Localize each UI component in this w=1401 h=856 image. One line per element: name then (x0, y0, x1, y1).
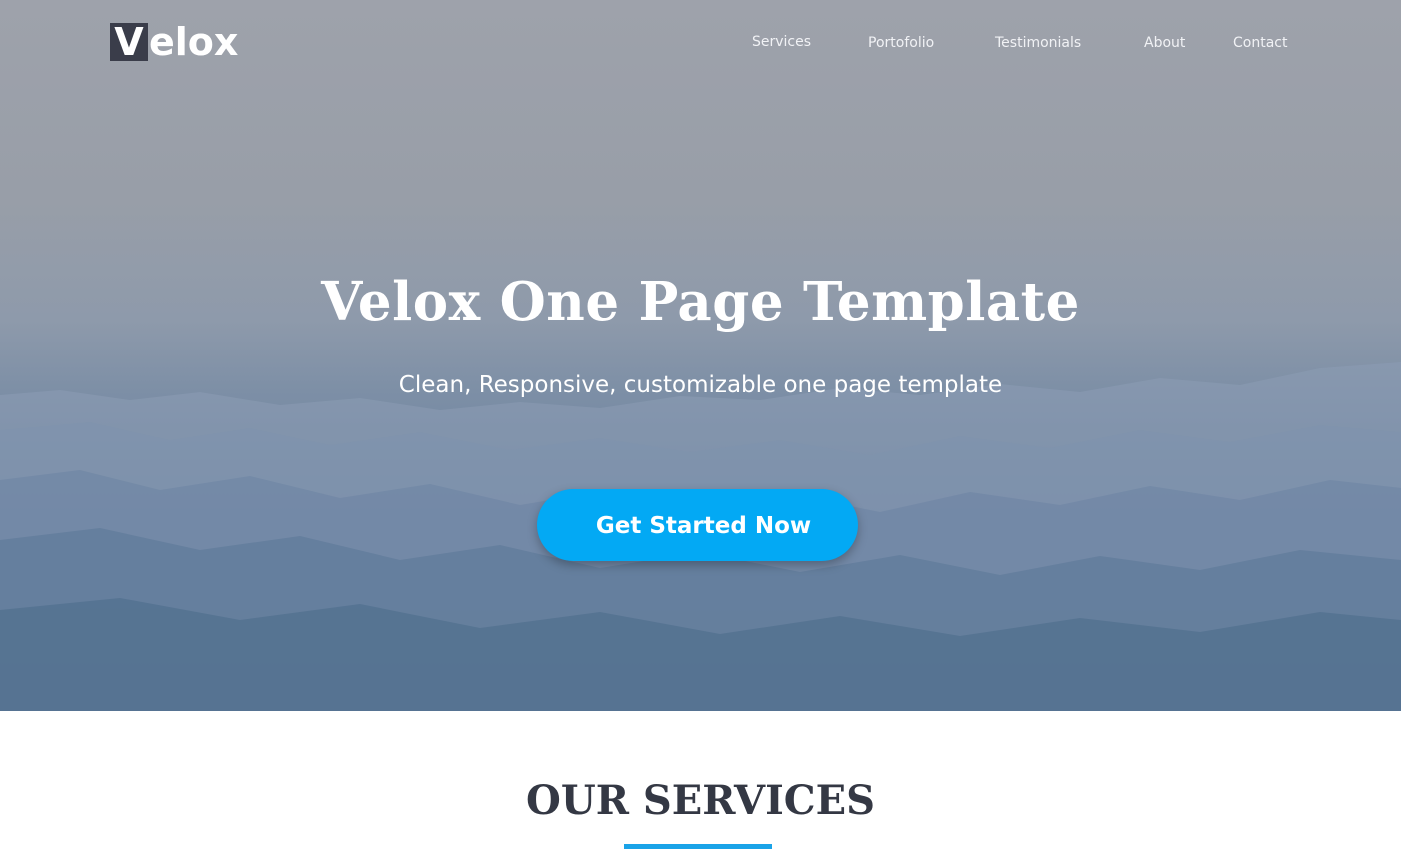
hero-title: Velox One Page Template (321, 271, 1080, 333)
hero-subtitle: Clean, Responsive, customizable one page… (398, 372, 1003, 398)
heading-underline (624, 844, 772, 849)
services-heading: OUR SERVICES (525, 777, 876, 824)
nav-link-services[interactable]: Services (752, 34, 811, 50)
mountain-background-image (0, 362, 1401, 711)
hero-section: V elox Services Portofolio Testimonials … (0, 0, 1401, 711)
get-started-button[interactable]: Get Started Now (537, 489, 858, 561)
nav-link-contact[interactable]: Contact (1233, 35, 1287, 51)
main-nav: Services Portofolio Testimonials About C… (0, 34, 1401, 54)
nav-link-portofolio[interactable]: Portofolio (868, 35, 934, 51)
services-section: OUR SERVICES (0, 711, 1401, 856)
nav-link-about[interactable]: About (1144, 35, 1185, 51)
nav-link-testimonials[interactable]: Testimonials (995, 35, 1081, 51)
